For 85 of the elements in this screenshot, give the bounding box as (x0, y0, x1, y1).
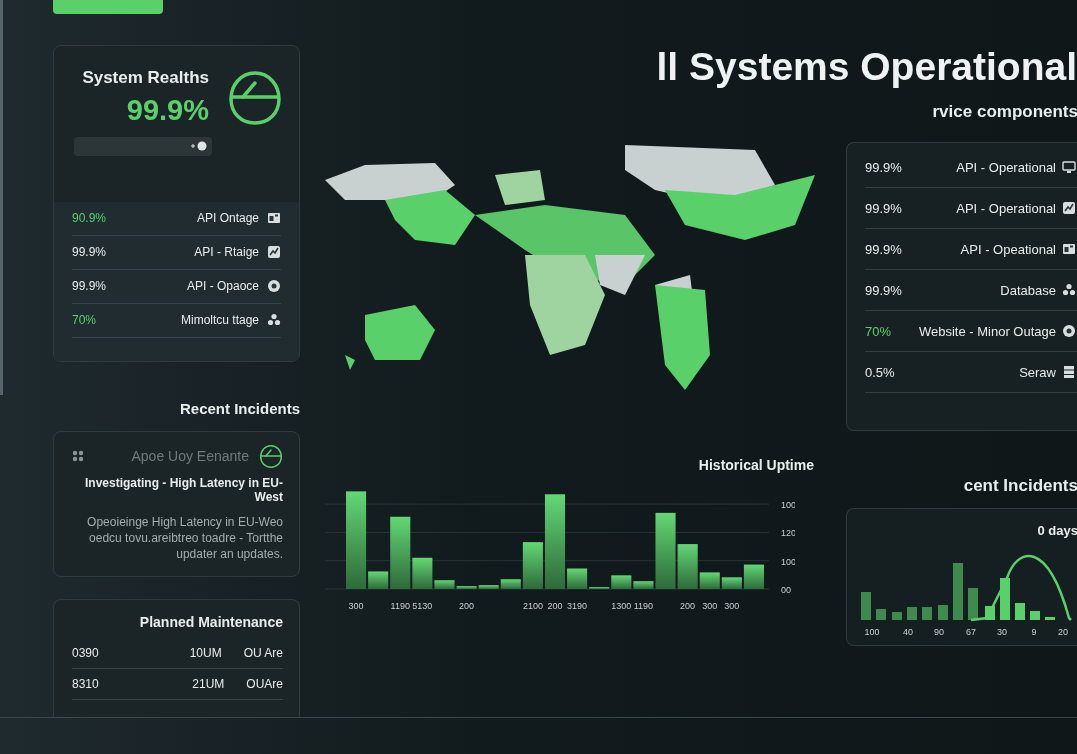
incident-description: Opeoieinge High Latency in EU-Weo oedcu tovu.areibtreo toadre - Tortthe updater an updates. (86, 514, 283, 563)
axis-label: 90 (934, 627, 944, 637)
server-icon (1062, 365, 1076, 379)
axis-label: 30 (997, 627, 1007, 637)
histogram-bar (1045, 617, 1055, 620)
histogram-bar (968, 588, 978, 620)
axis-label: 1190 (390, 601, 410, 611)
card-title: System Realths (82, 67, 209, 88)
component-name: API - Opeational (960, 241, 1056, 257)
grid-icon[interactable] (72, 450, 84, 463)
uptime-value: 99.9% (865, 241, 903, 257)
gauge-icon (227, 69, 283, 126)
uptime-value: 0.5% (865, 364, 896, 380)
chart-icon (267, 245, 281, 260)
component-name: Database (1000, 282, 1056, 298)
histogram-bar (861, 592, 871, 620)
axis-label: 9 (1031, 627, 1037, 637)
service-name: Mimoltcu ttage (180, 313, 259, 328)
cluster-icon (1062, 283, 1076, 297)
axis-label: 200 (680, 601, 696, 611)
uptime-value: 99.9% (865, 159, 903, 175)
dot-icon (190, 141, 208, 152)
page-title: ll Systems Operational (655, 45, 1077, 90)
maintenance-window: 10UM (189, 646, 222, 661)
axis-label: 20 (1058, 627, 1068, 637)
axis-label: 2100 (522, 601, 543, 611)
axis-label: 40 (903, 627, 913, 637)
gauge-icon (259, 444, 283, 469)
axis-label: 5130 (412, 601, 433, 611)
axis-label: 300 (724, 601, 740, 611)
histogram-bar (1015, 603, 1025, 620)
component-name: API - Operational (956, 159, 1056, 175)
service-name: API - Rtaige (194, 245, 259, 260)
status-pill[interactable] (74, 136, 212, 156)
uptime-value: 99.9% (72, 245, 108, 260)
maintenance-name: OUAre (246, 677, 283, 692)
histogram-bar (922, 607, 932, 620)
card-title: Planned Maintenance (138, 614, 283, 631)
axis-label: 1190 (633, 601, 654, 611)
incident-source: Apoe Uoy Eenante (130, 448, 249, 465)
chart-title: Historical Uptime (697, 457, 815, 473)
monitor-icon (1062, 160, 1076, 174)
axis-label: 100 (781, 556, 795, 567)
section-heading: rvice components (931, 102, 1077, 122)
axis-label: 1300 (611, 601, 632, 611)
axis-label: 120 (781, 528, 795, 539)
uptime-value: 99.9% (865, 200, 903, 216)
axis-label: 00 (781, 585, 791, 595)
histogram-bar (907, 607, 917, 620)
chart-title: 0 days (1036, 523, 1077, 538)
histogram-bar (938, 605, 948, 620)
axis-label: 300 (702, 601, 718, 611)
health-value: 99.9% (126, 93, 209, 127)
histogram-bar (876, 609, 886, 620)
service-name: API Ontage (196, 211, 259, 226)
axis-label: 300 (348, 601, 364, 611)
uptime-value: 90.9% (72, 211, 108, 226)
axis-label: 200 (459, 601, 475, 611)
maintenance-time: 8310 (72, 677, 100, 692)
uptime-value: 99.9% (72, 279, 108, 294)
window-icon (267, 211, 281, 226)
section-heading: Recent Incidents (178, 400, 300, 418)
maintenance-name: OU Are (243, 646, 283, 661)
service-name: API - Opaoce (186, 279, 259, 294)
axis-label: 200 (547, 601, 563, 611)
maintenance-window: 21UM (192, 677, 225, 692)
cluster-icon (267, 313, 281, 328)
incident-title: Investigating - High Latency in EU-West (83, 476, 283, 505)
histogram-bar (1030, 611, 1040, 620)
component-name: Website - Minor Outage (918, 323, 1056, 339)
uptime-value: 99.9% (865, 282, 903, 298)
component-name: API - Operational (956, 200, 1056, 216)
axis-label: 100 (781, 500, 795, 511)
uptime-value: 70% (72, 313, 98, 328)
histogram-bar (1000, 578, 1010, 620)
component-name: Seraw (1019, 364, 1056, 380)
uptime-value: 70% (865, 323, 893, 339)
histogram-bar (953, 563, 963, 620)
histogram-bar (985, 606, 995, 620)
axis-label: 3190 (567, 601, 588, 611)
section-heading: cent Incidents (962, 476, 1077, 496)
axis-label: 67 (966, 627, 976, 637)
histogram-bar (892, 612, 902, 620)
maintenance-time: 0390 (72, 646, 100, 661)
axis-label: 100 (864, 627, 880, 637)
